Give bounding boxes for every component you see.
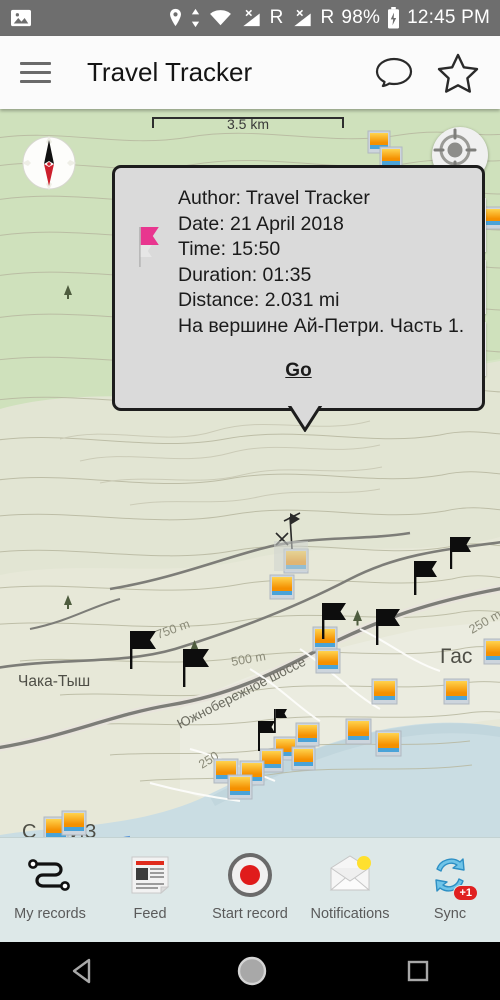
place-label: Чака-Тыш (18, 673, 90, 690)
nav-item-notifications[interactable]: Notifications (300, 838, 400, 922)
go-button[interactable]: Go (115, 360, 482, 382)
nav-label-sync: Sync (433, 906, 467, 922)
clock: 12:45 PM (407, 7, 490, 28)
nav-item-my-records[interactable]: My records (0, 838, 100, 922)
envelope-icon (325, 850, 375, 900)
track-info-popup: Author: Travel Tracker Date: 21 April 20… (112, 165, 485, 432)
sync-badge: +1 (453, 885, 478, 901)
popup-line-time: Time: 15:50 (178, 238, 281, 260)
android-navigation-bar (0, 942, 500, 1000)
nav-label-notifications: Notifications (310, 906, 390, 922)
pink-flag-icon (139, 227, 159, 267)
app-bar: Travel Tracker (0, 36, 500, 109)
roaming-indicator-2: R (320, 7, 335, 28)
star-outline-icon[interactable] (436, 52, 480, 94)
nav-label-start-record: Start record (212, 906, 288, 922)
sync-arrows-icon: +1 (425, 850, 478, 901)
image-icon (11, 9, 31, 27)
nav-label-my-records: My records (14, 906, 86, 922)
sync-arrows-icon (191, 8, 199, 28)
signal-no-service-icon (242, 9, 260, 27)
go-button-label: Go (285, 360, 312, 381)
page-title: Travel Tracker (87, 57, 253, 87)
popup-line-duration: Duration: 01:35 (178, 263, 312, 286)
newspaper-icon (125, 850, 175, 900)
nav-label-feed: Feed (133, 906, 167, 922)
speech-bubble-icon[interactable] (374, 55, 414, 91)
app-bar-actions (374, 52, 480, 94)
nav-item-feed[interactable]: Feed (100, 838, 200, 922)
compass-needle-icon[interactable] (20, 134, 78, 192)
status-bar-right: R R 98% 12:45 PM (168, 7, 490, 29)
location-pin-icon (169, 8, 181, 27)
status-bar: R R 98% 12:45 PM (0, 0, 500, 36)
place-label: С (22, 821, 36, 837)
recents-square-icon[interactable] (403, 956, 433, 986)
popup-line-author: Author: Travel Tracker (178, 187, 370, 209)
status-bar-left (10, 8, 32, 28)
route-track-icon (25, 850, 75, 900)
battery-charging-icon (388, 7, 400, 29)
back-triangle-icon[interactable] (67, 956, 101, 986)
popup-tail (287, 406, 323, 432)
nav-item-sync[interactable]: +1 Sync (400, 838, 500, 922)
map-scale-bar: 3.5 km (152, 116, 344, 139)
popup-line-title: На вершине Ай-Петри. Часть 1. (178, 314, 465, 337)
track-info-lines: Author: Travel Tracker Date: 21 April 20… (178, 186, 474, 339)
popup-line-distance: Distance: 2.031 mi (178, 289, 340, 311)
bottom-navigation-bar: My records Feed Start record Notificatio… (0, 837, 500, 942)
place-label: Гас (440, 645, 472, 668)
signal-no-service-icon (293, 9, 311, 27)
hamburger-menu-icon[interactable] (20, 62, 51, 83)
battery-percent: 98% (341, 7, 381, 28)
record-button-icon (225, 850, 275, 900)
roaming-indicator-1: R (269, 7, 284, 28)
wifi-icon (209, 10, 231, 26)
nav-item-start-record[interactable]: Start record (200, 838, 300, 922)
map-scale-label: 3.5 km (226, 116, 269, 132)
home-circle-icon[interactable] (235, 954, 269, 988)
popup-line-date: Date: 21 April 2018 (178, 212, 344, 235)
